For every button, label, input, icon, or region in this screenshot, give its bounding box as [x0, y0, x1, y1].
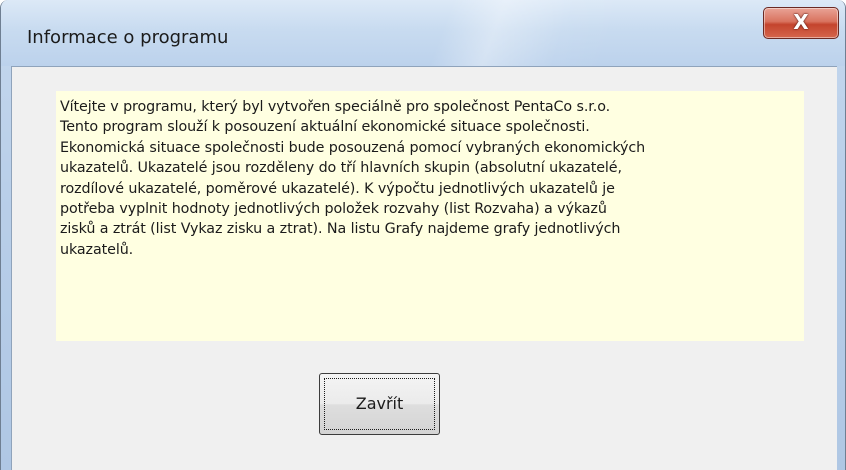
- info-line: Ekonomická situace společnosti bude poso…: [60, 139, 646, 156]
- dialog-content: Vítejte v programu, který byl vytvořen s…: [11, 66, 837, 470]
- title-bar[interactable]: Informace o programu X: [1, 0, 845, 66]
- window-close-button[interactable]: X: [763, 7, 839, 39]
- close-dialog-button-label: Zavřít: [355, 394, 404, 413]
- close-icon: X: [793, 10, 809, 34]
- info-line: ukazatelů.: [60, 241, 134, 258]
- dialog-window: Informace o programu X Vítejte v program…: [0, 0, 846, 470]
- info-text: Vítejte v programu, který byl vytvořen s…: [60, 97, 806, 260]
- close-dialog-button[interactable]: Zavřít: [319, 373, 440, 435]
- info-line: rozdílové ukazatelé, poměrové ukazatelé)…: [60, 180, 615, 197]
- info-line: Tento program slouží k posouzení aktuáln…: [60, 119, 590, 136]
- window-title: Informace o programu: [27, 27, 229, 48]
- info-line: Vítejte v programu, který byl vytvořen s…: [60, 99, 611, 115]
- info-textbox: Vítejte v programu, který byl vytvořen s…: [56, 91, 804, 341]
- info-line: ukazatelů. Ukazatelé jsou rozděleny do t…: [60, 160, 622, 177]
- info-line: zisků a ztrát (list Vykaz zisku a ztrat)…: [60, 221, 621, 238]
- info-line: potřeba vyplnit hodnoty jednotlivých pol…: [60, 201, 607, 218]
